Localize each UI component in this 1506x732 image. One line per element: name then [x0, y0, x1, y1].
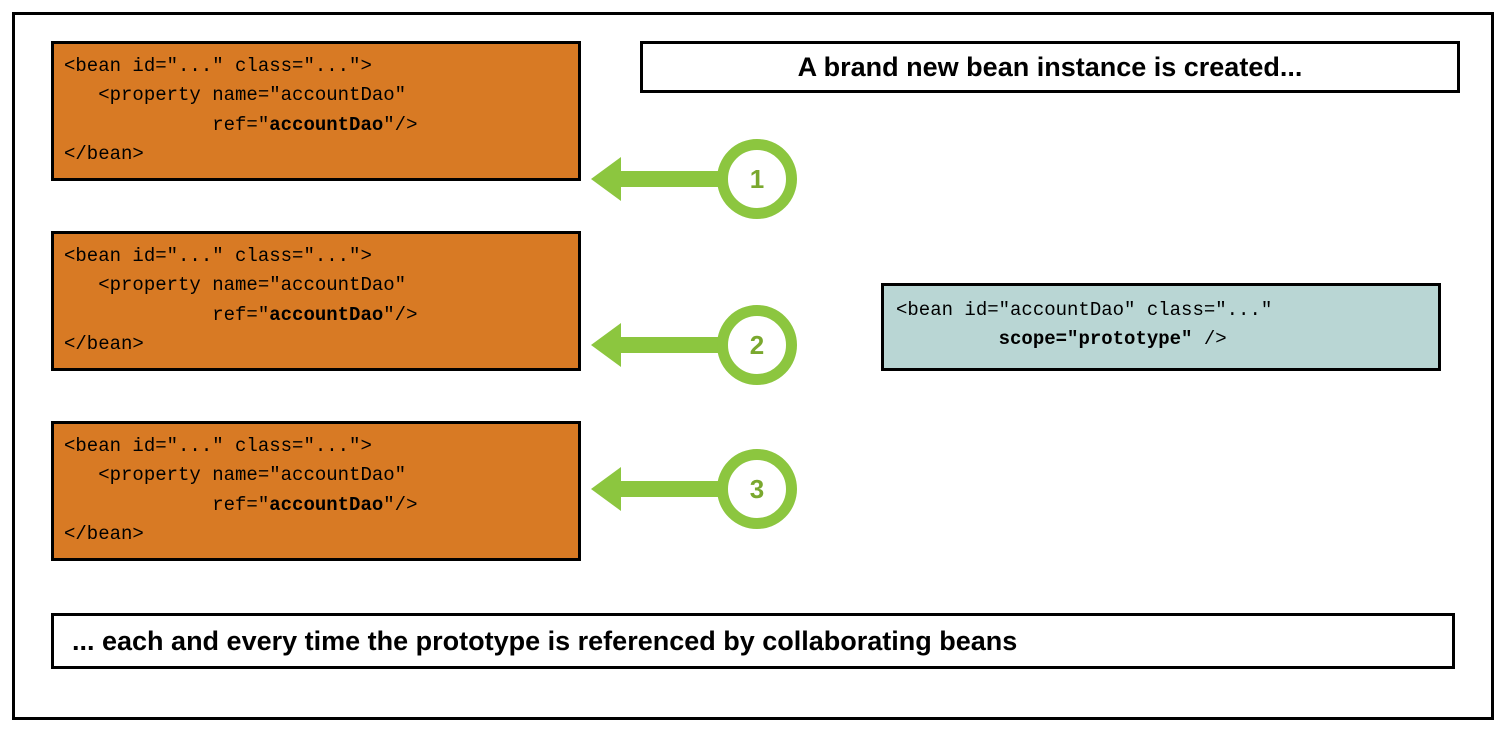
- bean2-l3b: accountDao: [269, 304, 383, 326]
- bean3-l3c: "/>: [383, 494, 417, 516]
- bean-box-1: <bean id="..." class="..."> <property na…: [51, 41, 581, 181]
- circle-1-num: 1: [750, 164, 764, 195]
- bean3-l1: <bean id="..." class="...">: [64, 435, 372, 457]
- bean-box-2: <bean id="..." class="..."> <property na…: [51, 231, 581, 371]
- bean3-l3a: ref=": [64, 494, 269, 516]
- prototype-box: <bean id="accountDao" class="..." scope=…: [881, 283, 1441, 371]
- circle-2: 2: [717, 305, 797, 385]
- diagram-container: A brand new bean instance is created... …: [12, 12, 1494, 720]
- bean2-l3c: "/>: [383, 304, 417, 326]
- bean1-l3b: accountDao: [269, 114, 383, 136]
- arrow-2: [615, 337, 725, 353]
- bean3-l2: <property name="accountDao": [64, 464, 406, 486]
- proto-l2b: scope="prototype": [999, 328, 1193, 350]
- circle-2-num: 2: [750, 330, 764, 361]
- circle-3: 3: [717, 449, 797, 529]
- bean1-l3a: ref=": [64, 114, 269, 136]
- bean2-l4: </bean>: [64, 333, 144, 355]
- circle-3-num: 3: [750, 474, 764, 505]
- bean3-l3b: accountDao: [269, 494, 383, 516]
- bean-box-3: <bean id="..." class="..."> <property na…: [51, 421, 581, 561]
- bean2-l1: <bean id="..." class="...">: [64, 245, 372, 267]
- arrow-1: [615, 171, 725, 187]
- bean3-l4: </bean>: [64, 523, 144, 545]
- proto-l2a: [896, 328, 999, 350]
- bean1-l4: </bean>: [64, 143, 144, 165]
- title-top: A brand new bean instance is created...: [640, 41, 1460, 93]
- bean1-l1: <bean id="..." class="...">: [64, 55, 372, 77]
- bean1-l3c: "/>: [383, 114, 417, 136]
- proto-l1: <bean id="accountDao" class="...": [896, 299, 1272, 321]
- title-bottom: ... each and every time the prototype is…: [51, 613, 1455, 669]
- bean2-l2: <property name="accountDao": [64, 274, 406, 296]
- title-top-text: A brand new bean instance is created...: [798, 52, 1303, 83]
- bean1-l2: <property name="accountDao": [64, 84, 406, 106]
- proto-l2c: />: [1192, 328, 1226, 350]
- bean2-l3a: ref=": [64, 304, 269, 326]
- arrow-3: [615, 481, 725, 497]
- title-bottom-text: ... each and every time the prototype is…: [72, 626, 1017, 657]
- circle-1: 1: [717, 139, 797, 219]
